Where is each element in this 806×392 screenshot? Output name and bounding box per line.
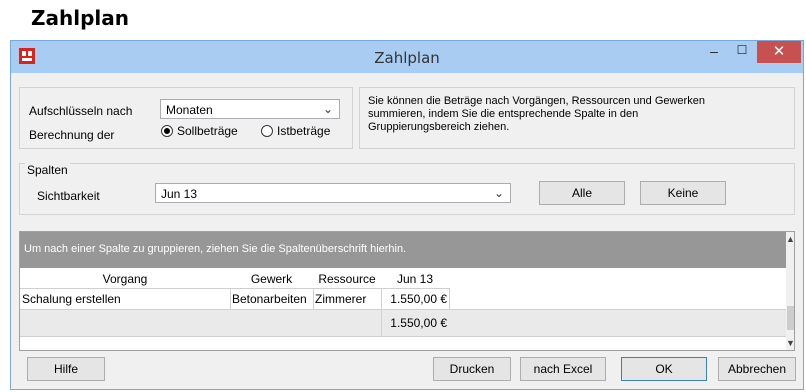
total-cell-jun13: 1.550,00 € [390,316,447,330]
row-divider [20,336,786,337]
maximize-button[interactable]: ☐ [727,43,757,67]
sichtbarkeit-select[interactable]: Jun 13 ⌄ [155,183,511,203]
minimize-button[interactable]: – [699,43,729,67]
info-text-line3: Gruppierungsbereich ziehen. [368,121,510,133]
table-cell-jun13[interactable]: 1.550,00 € [381,292,447,306]
table-cell-ressource[interactable]: Zimmerer [315,292,381,306]
nach-excel-button[interactable]: nach Excel [520,357,606,381]
scroll-up-icon[interactable]: ▲ [786,234,794,244]
row-divider [20,288,450,289]
hilfe-button[interactable]: Hilfe [27,357,105,381]
vertical-scrollbar[interactable]: ▲ ▼ [786,232,794,350]
col-divider [381,289,382,309]
info-panel: Sie können die Beträge nach Vorgängen, R… [359,87,795,149]
aufschluesseln-select[interactable]: Monaten ⌄ [160,99,340,119]
radio-istbetraege-label[interactable]: Istbeträge [277,124,330,138]
document-title: Zahlplan [31,6,129,30]
sichtbarkeit-label: Sichtbarkeit [37,189,100,203]
group-panel[interactable]: Um nach einer Spalte zu gruppieren, zieh… [20,232,786,268]
zahlplan-dialog: Zahlplan – ☐ ✕ Aufschlüsseln nach Monate… [10,40,804,390]
scroll-thumb[interactable] [787,306,794,330]
col-divider [381,310,382,336]
data-grid: Um nach einer Spalte zu gruppieren, zieh… [19,231,795,351]
aufschluesseln-value: Monaten [166,103,213,117]
chevron-down-icon: ⌄ [493,186,504,200]
berechnung-label: Berechnung der [29,128,115,142]
col-divider [313,289,314,309]
spalten-panel: Spalten Sichtbarkeit Jun 13 ⌄ Alle Keine [19,163,795,215]
col-divider [230,289,231,309]
radio-istbetraege[interactable] [261,125,273,137]
radio-sollbetraege-label[interactable]: Sollbeträge [177,124,238,138]
column-header-gewerk[interactable]: Gewerk [230,272,313,286]
keine-button[interactable]: Keine [640,181,726,205]
abbrechen-button[interactable]: Abbrechen [718,357,796,381]
alle-button[interactable]: Alle [539,181,625,205]
chevron-down-icon: ⌄ [322,102,333,116]
drucken-button[interactable]: Drucken [433,357,511,381]
aufschluesseln-label: Aufschlüsseln nach [29,104,133,118]
table-cell-vorgang[interactable]: Schalung erstellen [22,292,228,306]
info-text-line2: summieren, indem Sie die entsprechende S… [368,108,639,120]
radio-sollbetraege[interactable] [161,125,173,137]
sichtbarkeit-value: Jun 13 [161,187,198,201]
close-button[interactable]: ✕ [757,41,801,63]
options-panel: Aufschlüsseln nach Monaten ⌄ Berechnung … [19,87,353,149]
info-text-line1: Sie können die Beträge nach Vorgängen, R… [368,95,705,107]
column-header-jun13[interactable]: Jun 13 [381,272,449,286]
title-bar[interactable]: Zahlplan – ☐ ✕ [11,41,803,73]
ok-button[interactable]: OK [621,357,707,381]
spalten-legend: Spalten [25,163,70,177]
column-header-ressource[interactable]: Ressource [313,272,381,286]
window-title: Zahlplan [374,49,440,67]
group-hint-text: Um nach einer Spalte zu gruppieren, zieh… [24,243,407,255]
table-cell-gewerk[interactable]: Betonarbeiten [232,292,312,306]
column-header-vorgang[interactable]: Vorgang [20,272,230,286]
scroll-down-icon[interactable]: ▼ [786,338,794,348]
